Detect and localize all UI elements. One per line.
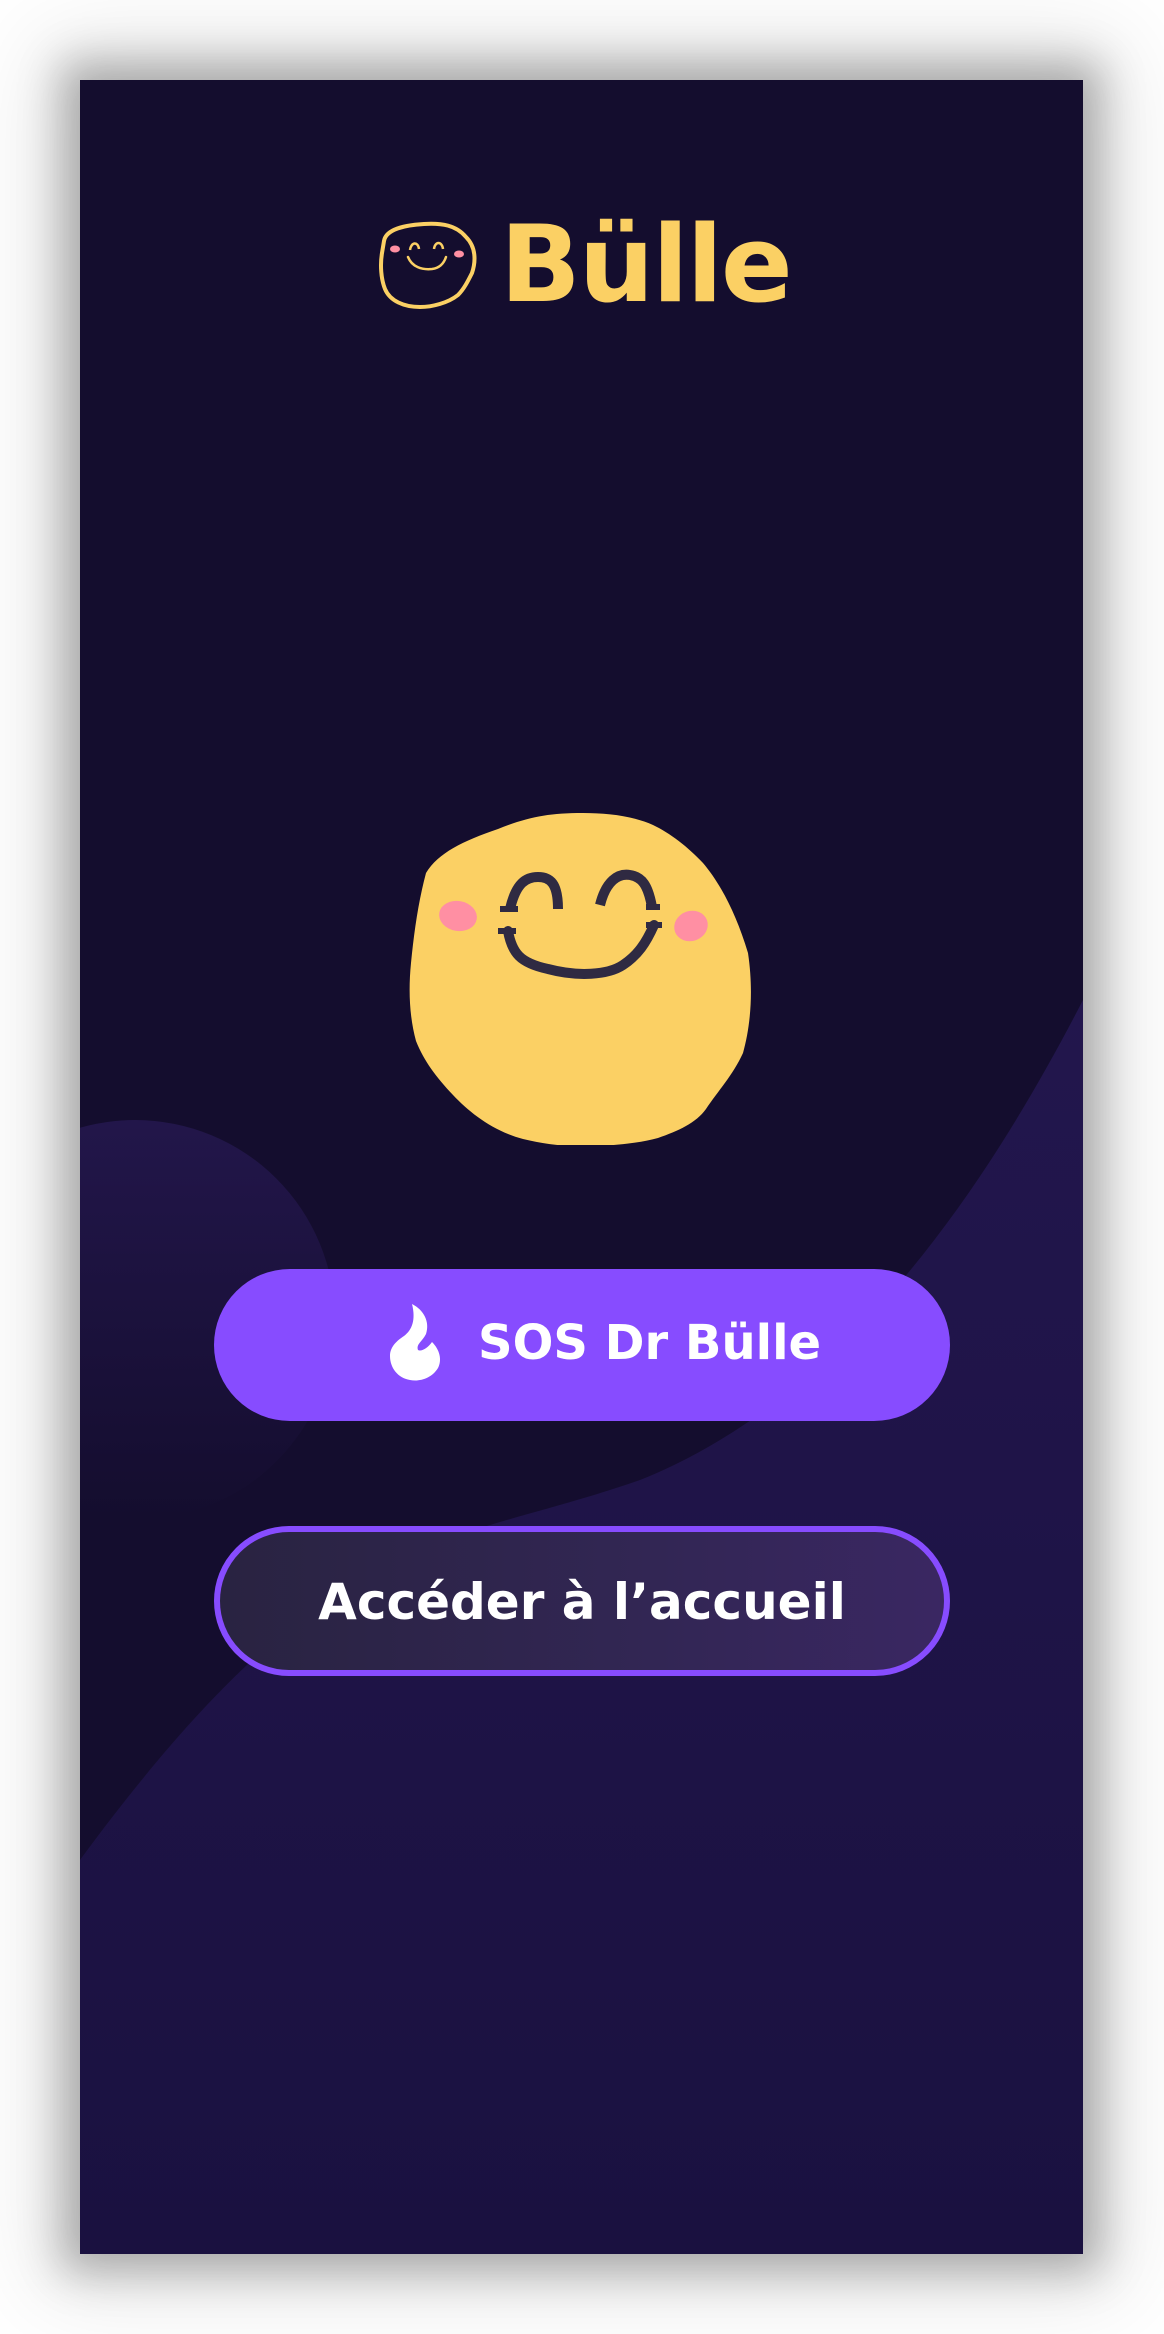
app-name: Bülle xyxy=(500,203,793,326)
app-screen: Bülle SOS Dr Bülle Accéder à l’accueil xyxy=(80,80,1083,2254)
flame-icon xyxy=(390,1304,440,1381)
app-logo: Bülle xyxy=(376,205,796,325)
sos-button-label: SOS Dr Bülle xyxy=(478,1315,822,1371)
home-access-button[interactable]: Accéder à l’accueil xyxy=(214,1526,950,1676)
background-decoration xyxy=(80,1000,1083,2254)
home-button-label: Accéder à l’accueil xyxy=(318,1573,846,1631)
sos-dr-bulle-button[interactable]: SOS Dr Bülle xyxy=(214,1269,950,1421)
smiley-face-icon xyxy=(379,221,477,309)
mascot-illustration xyxy=(409,813,751,1145)
